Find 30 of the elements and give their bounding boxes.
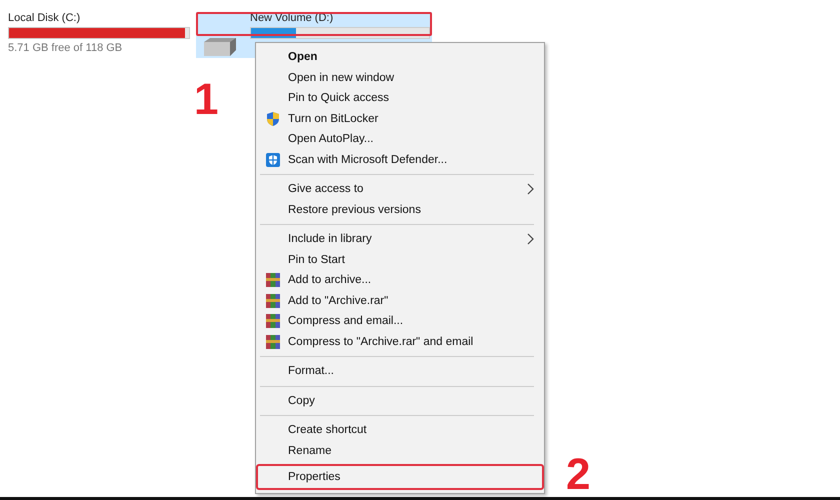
free-space-text: 5.71 GB free of 118 GB xyxy=(8,42,124,54)
step-number: 2 xyxy=(566,453,590,497)
menu-item[interactable]: Create shortcut xyxy=(258,420,542,440)
menu-item[interactable]: Include in library xyxy=(258,229,542,250)
menu-item[interactable]: Format... xyxy=(258,361,542,382)
books-icon xyxy=(265,292,281,309)
menu-item[interactable]: Compress and email... xyxy=(258,311,542,332)
menu-item[interactable]: Pin to Quick access xyxy=(258,88,542,108)
menu-item[interactable]: Turn on BitLocker xyxy=(258,108,542,129)
menu-item[interactable]: Add to archive... xyxy=(258,270,542,290)
menu-item[interactable]: Rename xyxy=(258,440,542,461)
menu-item[interactable]: Compress to "Archive.rar" and email xyxy=(258,332,542,352)
step-number: 1 xyxy=(194,78,218,122)
hard-drive-icon xyxy=(202,38,238,56)
menu-item[interactable]: Open in new window xyxy=(258,68,542,88)
menu-item[interactable]: Give access to xyxy=(258,179,542,200)
books-icon xyxy=(265,272,281,288)
books-icon xyxy=(265,334,281,350)
menu-item[interactable]: Copy xyxy=(258,390,542,411)
menu-item[interactable]: Add to "Archive.rar" xyxy=(258,290,542,311)
books-icon xyxy=(265,313,281,330)
menu-item[interactable]: Open xyxy=(258,47,542,68)
menu-item[interactable]: Properties xyxy=(256,464,544,490)
drive-name: Local Disk (C:) xyxy=(8,12,82,24)
shield-icon xyxy=(265,152,281,168)
menu-item[interactable]: Pin to Start xyxy=(258,250,542,270)
menu-item[interactable]: Restore previous versions xyxy=(258,200,542,220)
shield-icon xyxy=(265,110,281,127)
menu-item[interactable]: Scan with Microsoft Defender... xyxy=(258,150,542,170)
menu-item[interactable]: Open AutoPlay... xyxy=(258,129,542,150)
